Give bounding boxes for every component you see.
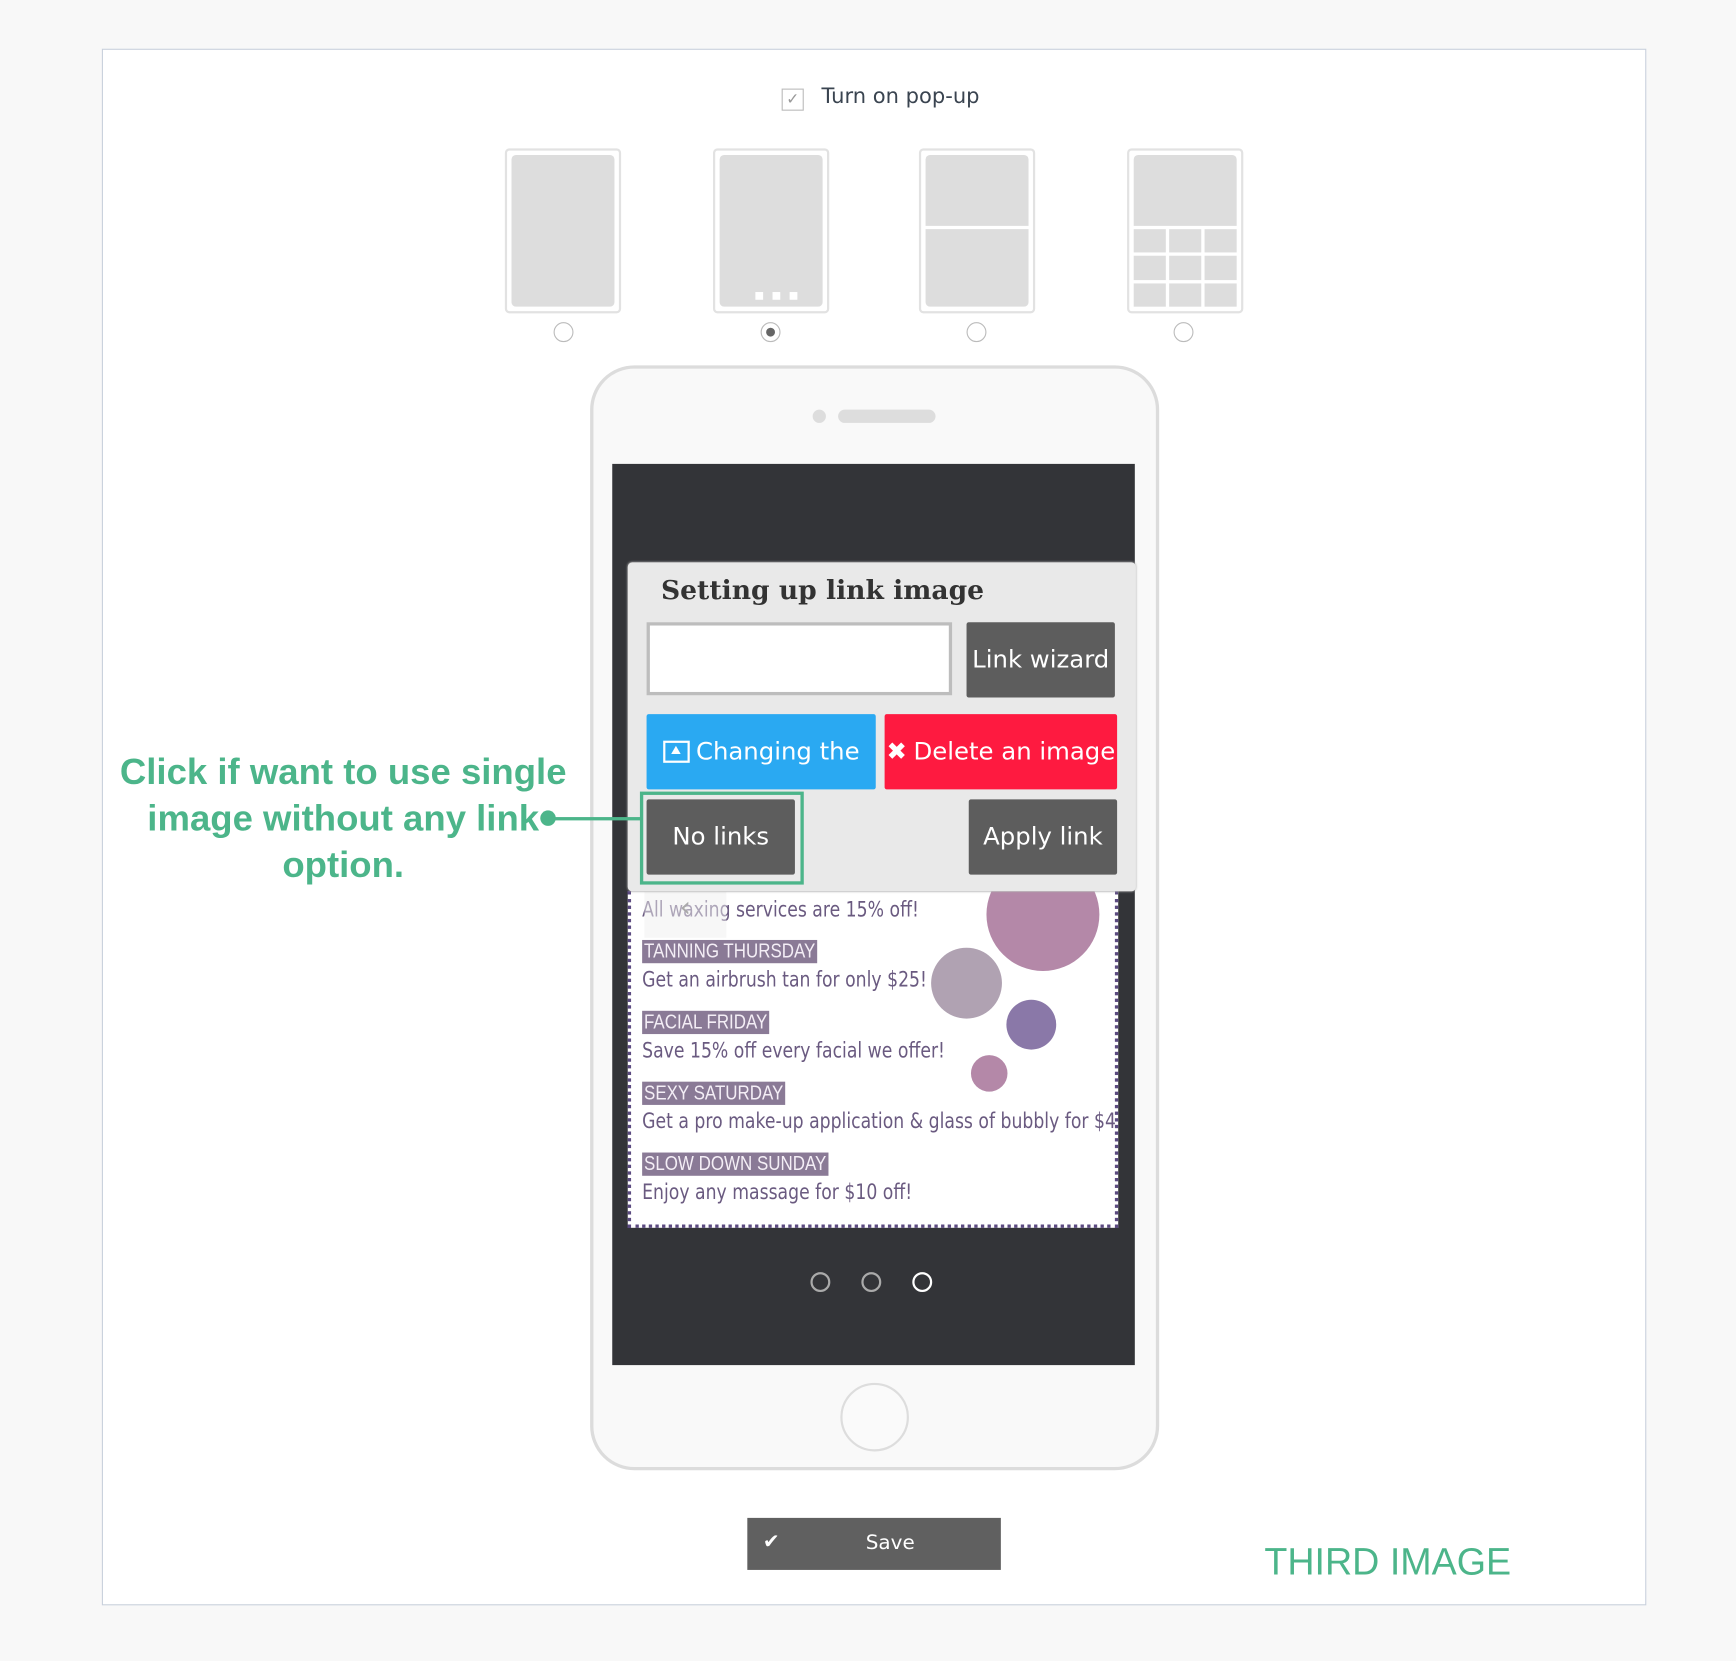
layout-radio-2[interactable]	[760, 322, 781, 343]
promo-tag: SLOW DOWN SUNDAY	[642, 1152, 829, 1176]
annotation-line: image without any link	[147, 797, 540, 839]
layout-grid[interactable]	[1127, 148, 1244, 314]
delete-image-label: Delete an image	[913, 737, 1116, 766]
no-links-button[interactable]: No links	[646, 799, 795, 875]
close-icon: ✖	[886, 737, 907, 766]
slider-dots-icon: ▪▪▪	[753, 286, 806, 305]
slider-dot-3-active[interactable]	[912, 1272, 933, 1293]
annotation-connector	[548, 817, 642, 821]
dialog-title: Setting up link image	[660, 573, 985, 606]
promo-tag: FACIAL FRIDAY	[642, 1010, 770, 1035]
slider-dot-1[interactable]	[810, 1272, 831, 1293]
promo-text: Enjoy any massage for $10 off!	[642, 1180, 913, 1205]
promo-item: FACIAL FRIDAY Save 15% off every facial …	[642, 1010, 1011, 1063]
popup-checkbox-label[interactable]: Turn on pop-up	[821, 84, 979, 108]
promo-text: Get an airbrush tan for only $25!	[642, 967, 927, 992]
phone-camera	[812, 409, 826, 423]
annotation-text: Click if want to use single image withou…	[111, 748, 576, 887]
promo-tag: TANNING THURSDAY	[642, 939, 818, 964]
change-image-label: Changing the	[695, 737, 860, 766]
save-button[interactable]: ✔ Save	[747, 1517, 1001, 1570]
delete-image-button[interactable]: ✖ Delete an image	[884, 714, 1118, 790]
promo-item: TANNING THURSDAY Get an airbrush tan for…	[642, 939, 989, 992]
phone-speaker	[838, 409, 936, 423]
annotation-line: Click if want to use single	[119, 750, 567, 792]
link-input[interactable]	[646, 622, 953, 696]
promo-image: All waxing services are 15% off! TANNING…	[627, 891, 1119, 1228]
layout-radio-1[interactable]	[553, 322, 574, 343]
layout-radio-4[interactable]	[1173, 322, 1194, 343]
phone-home-button	[840, 1382, 909, 1452]
layout-slider[interactable]: ▪▪▪	[712, 148, 830, 314]
apply-link-button[interactable]: Apply link	[968, 799, 1118, 875]
check-icon: ✔	[762, 1530, 780, 1554]
slider-dot-2[interactable]	[861, 1272, 882, 1293]
promo-text: Save 15% off every facial we offer!	[642, 1038, 945, 1063]
annotation-line: option.	[282, 843, 405, 885]
layout-single-image[interactable]	[504, 148, 622, 314]
save-label: Save	[865, 1531, 915, 1555]
popup-checkbox[interactable]: ✓	[781, 88, 804, 111]
prev-arrow-icon[interactable]: ‹	[644, 891, 727, 938]
layout-radio-3[interactable]	[966, 322, 987, 343]
promo-tag: SEXY SATURDAY	[642, 1081, 786, 1105]
layout-two-images[interactable]	[918, 148, 1036, 314]
image-caption: THIRD IMAGE	[1264, 1541, 1512, 1584]
promo-item: SLOW DOWN SUNDAY Enjoy any massage for $…	[642, 1152, 971, 1205]
promo-item: SEXY SATURDAY Get a pro make-up applicat…	[642, 1081, 1119, 1134]
image-icon: ⛰	[662, 740, 690, 763]
promo-text: Get a pro make-up application & glass of…	[642, 1109, 1119, 1134]
link-wizard-button[interactable]: Link wizard	[966, 622, 1115, 698]
change-image-button[interactable]: ⛰ Changing the	[646, 714, 876, 790]
